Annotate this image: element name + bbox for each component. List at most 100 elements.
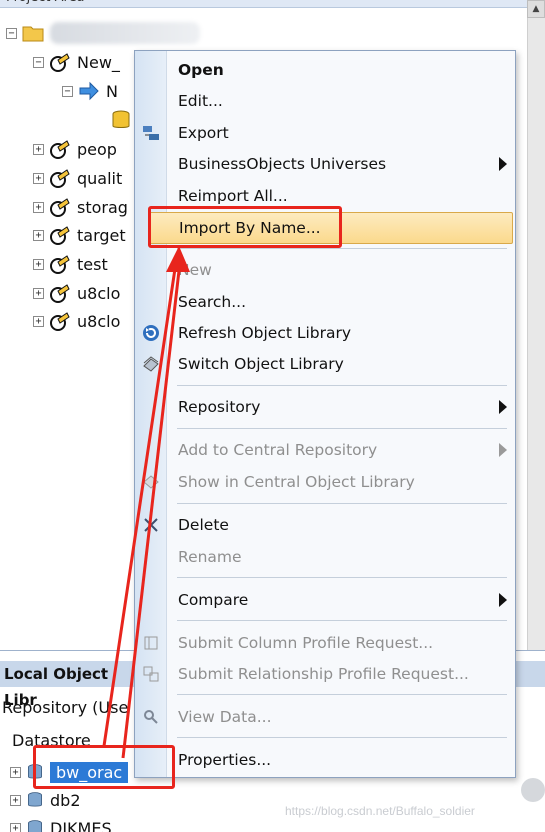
menu-separator: [177, 620, 507, 621]
expand-toggle-icon[interactable]: +: [10, 766, 21, 778]
annotation-box-import-by-name: [148, 206, 342, 248]
delete-x-icon: [144, 518, 158, 532]
menu-item-submit-column-profile-request: Submit Column Profile Request...: [135, 628, 515, 658]
context-menu: Open Edit... Export BusinessObjects Univ…: [134, 50, 516, 778]
expand-toggle-icon[interactable]: +: [10, 794, 21, 806]
menu-item-businessobjects-universes[interactable]: BusinessObjects Universes: [135, 149, 515, 179]
tree-label: u8clo: [77, 283, 121, 303]
tree-row-new-project[interactable]: − New_: [33, 49, 120, 75]
menu-item-label: Show in Central Object Library: [178, 473, 415, 491]
menu-item-label: Submit Relationship Profile Request...: [178, 665, 469, 683]
submenu-arrow-icon: [499, 443, 507, 457]
submenu-arrow-icon: [499, 400, 507, 414]
project-icon: [50, 312, 70, 331]
expand-toggle-icon[interactable]: +: [33, 229, 44, 241]
menu-separator: [177, 248, 507, 249]
tree-label: storag: [77, 197, 128, 217]
project-icon: [50, 53, 70, 72]
menu-separator: [177, 503, 507, 504]
menu-item-add-to-central-repository: Add to Central Repository: [135, 435, 515, 465]
menu-item-submit-relationship-profile-request: Submit Relationship Profile Request...: [135, 659, 515, 689]
project-area-header: Project Area: [0, 0, 545, 8]
scroll-up-arrow-icon[interactable]: ▲: [527, 0, 545, 18]
project-icon: [50, 198, 70, 217]
column-profile-icon: [144, 636, 158, 650]
menu-item-label: Refresh Object Library: [178, 324, 352, 342]
tree-label: qualit: [77, 168, 123, 188]
menu-separator: [177, 577, 507, 578]
menu-item-export[interactable]: Export: [135, 118, 515, 148]
menu-item-rename: Rename: [135, 542, 515, 572]
menu-item-delete[interactable]: Delete: [135, 510, 515, 540]
menu-item-compare[interactable]: Compare: [135, 585, 515, 615]
tree-row-quality[interactable]: + qualit: [33, 165, 122, 191]
annotation-box-selected-datastore: [33, 745, 175, 789]
tree-row-new-job[interactable]: − N: [62, 78, 118, 104]
central-library-icon: [143, 475, 159, 489]
menu-item-label: BusinessObjects Universes: [178, 155, 387, 173]
datastore-label: db2: [50, 790, 81, 810]
expand-toggle-icon[interactable]: +: [33, 201, 44, 213]
tree-row-root[interactable]: −: [6, 20, 200, 46]
menu-item-label: New: [178, 261, 212, 279]
menu-item-view-data: View Data...: [135, 702, 515, 732]
datastore-label: DJKMES: [50, 818, 112, 832]
project-area-scrollbar[interactable]: ▲: [527, 0, 545, 650]
menu-item-label: View Data...: [178, 708, 272, 726]
expand-toggle-icon[interactable]: +: [33, 172, 44, 184]
expand-toggle-icon[interactable]: +: [33, 287, 44, 299]
database-icon: [112, 110, 130, 128]
expand-toggle-icon[interactable]: +: [10, 822, 21, 832]
menu-item-label: Search...: [178, 293, 247, 311]
menu-item-properties[interactable]: Properties...: [135, 745, 515, 775]
export-icon: [143, 126, 159, 140]
tree-row-u8cloud-2[interactable]: + u8clo: [33, 308, 120, 334]
local-library-title: Local Object Libr: [0, 661, 140, 709]
magnifier-icon: [144, 710, 158, 724]
job-icon: [79, 81, 99, 101]
menu-item-switch-object-library[interactable]: Switch Object Library: [135, 349, 515, 379]
expand-toggle-icon[interactable]: +: [33, 315, 44, 327]
relationship-profile-icon: [143, 666, 159, 682]
menu-separator: [177, 428, 507, 429]
tree-row-u8cloud-1[interactable]: + u8clo: [33, 280, 120, 306]
tree-row-test[interactable]: + test: [33, 251, 108, 277]
menu-item-search[interactable]: Search...: [135, 287, 515, 317]
menu-separator: [177, 737, 507, 738]
project-icon: [50, 140, 70, 159]
menu-item-repository[interactable]: Repository: [135, 392, 515, 422]
expand-toggle-icon[interactable]: +: [33, 258, 44, 270]
collapse-toggle-icon[interactable]: −: [6, 27, 17, 39]
menu-item-new: New: [135, 255, 515, 285]
tree-row-target[interactable]: + target: [33, 222, 126, 248]
menu-item-label: Compare: [178, 591, 249, 609]
menu-item-label: Submit Column Profile Request...: [178, 634, 434, 652]
menu-item-label: Export: [178, 124, 229, 142]
menu-item-label: Open: [178, 61, 224, 79]
submenu-arrow-icon: [499, 157, 507, 171]
menu-item-label: Edit...: [178, 92, 223, 110]
database-icon: [28, 792, 42, 807]
menu-item-edit[interactable]: Edit...: [135, 86, 515, 116]
datastore-row-db2[interactable]: + db2: [10, 787, 81, 813]
collapse-toggle-icon[interactable]: −: [33, 56, 44, 68]
tree-label: test: [77, 254, 108, 274]
menu-item-label: Reimport All...: [178, 187, 288, 205]
refresh-icon: [143, 325, 159, 341]
menu-item-show-in-central-object-library: Show in Central Object Library: [135, 467, 515, 497]
tree-label: target: [77, 225, 126, 245]
project-icon: [50, 255, 70, 274]
menu-separator: [177, 694, 507, 695]
menu-item-label: Switch Object Library: [178, 355, 344, 373]
tree-row-storage[interactable]: + storag: [33, 194, 128, 220]
project-icon: [50, 169, 70, 188]
menu-item-refresh-object-library[interactable]: Refresh Object Library: [135, 318, 515, 348]
collapse-toggle-icon[interactable]: −: [62, 85, 73, 97]
switch-library-icon: [143, 356, 159, 372]
wechat-logo-icon: [521, 778, 545, 802]
datastore-row-djkmes[interactable]: + DJKMES: [10, 815, 112, 832]
menu-item-open[interactable]: Open: [135, 55, 515, 85]
tree-row-people[interactable]: + peop: [33, 136, 117, 162]
tree-label: N: [106, 81, 118, 101]
expand-toggle-icon[interactable]: +: [33, 143, 44, 155]
